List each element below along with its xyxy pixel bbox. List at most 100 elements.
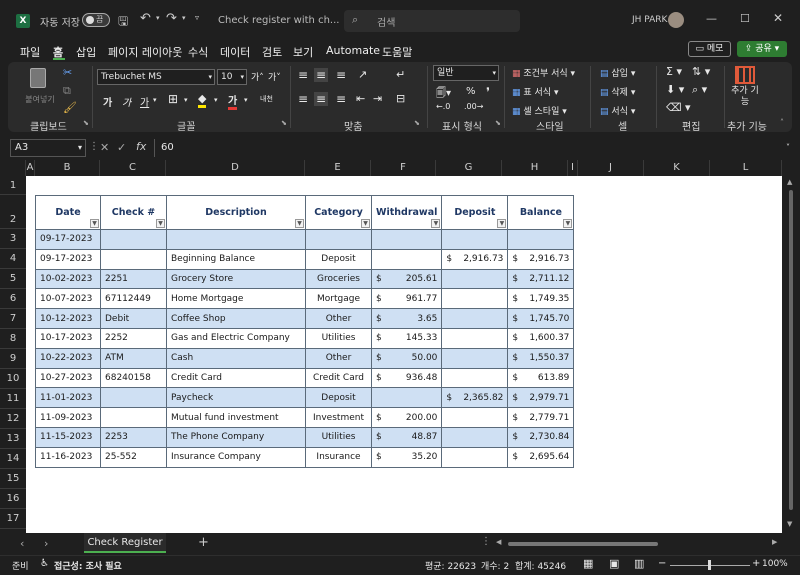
cell-deposit[interactable]	[441, 407, 509, 428]
filter-dropdown-icon[interactable]: ▼	[563, 219, 573, 228]
cell-withdrawal[interactable]: $961.77	[370, 288, 443, 310]
cell-withdrawal[interactable]	[370, 248, 443, 270]
scroll-thumb[interactable]	[789, 190, 793, 510]
column-header[interactable]: K	[644, 160, 710, 176]
document-title[interactable]: Check register with ch...	[218, 15, 339, 26]
font-launcher-icon[interactable]: ⬊	[281, 119, 287, 127]
enter-icon[interactable]: ✓	[117, 141, 126, 154]
row-header[interactable]: 14	[0, 449, 26, 469]
cell-check[interactable]: 67112449	[100, 288, 167, 310]
fill-icon[interactable]: ⬇ ▾	[666, 83, 684, 96]
save-icon[interactable]: 🖫	[118, 12, 128, 33]
cell-balance[interactable]: $613.89	[507, 367, 575, 389]
row-header[interactable]: 17	[0, 509, 26, 529]
cell-balance[interactable]: $1,745.70	[507, 308, 575, 329]
tab-scroll-right-icon[interactable]: ›	[44, 537, 48, 550]
cell-balance[interactable]: $2,711.12	[507, 268, 575, 290]
addins-button[interactable]: 추가 기능	[730, 66, 760, 108]
column-header[interactable]: L	[710, 160, 782, 176]
percent-icon[interactable]: %	[466, 86, 476, 97]
cut-icon[interactable]: ✂	[63, 66, 72, 79]
zoom-level[interactable]: 100%	[762, 559, 788, 569]
increase-decimal-icon[interactable]: ←.0	[436, 102, 450, 111]
align-right-icon[interactable]: ≡	[336, 92, 346, 106]
filter-dropdown-icon[interactable]: ▼	[90, 219, 99, 228]
menu-data[interactable]: 데이터	[220, 44, 250, 60]
row-header[interactable]: 8	[0, 329, 26, 349]
scroll-up-icon[interactable]: ▲	[787, 178, 792, 186]
phonetic-button[interactable]: 내천	[260, 94, 273, 104]
menu-help[interactable]: 도움말	[382, 44, 412, 60]
menu-insert[interactable]: 삽입	[76, 44, 96, 60]
menu-view[interactable]: 보기	[293, 44, 313, 60]
conditional-format-button[interactable]: ▦ 조건부 서식 ▾	[512, 66, 575, 79]
cell-category[interactable]: Mortgage	[305, 288, 372, 310]
row-header[interactable]: 16	[0, 489, 26, 509]
row-header[interactable]: 6	[0, 289, 26, 309]
header-description[interactable]: Description ▼	[166, 195, 306, 230]
cell-balance[interactable]: $2,779.71	[507, 407, 575, 428]
cell-date[interactable]: 11-15-2023	[35, 426, 101, 448]
cell-deposit[interactable]	[441, 426, 509, 448]
cell-deposit[interactable]	[441, 327, 509, 349]
more-options-icon[interactable]: ⋮	[89, 141, 99, 152]
cell-category[interactable]: Deposit	[305, 248, 372, 270]
cell-deposit[interactable]	[441, 288, 509, 310]
expand-formula-icon[interactable]: ˅	[786, 139, 790, 157]
cell-category[interactable]: Utilities	[305, 327, 372, 349]
accounting-format-icon[interactable]: 🗐▾	[436, 86, 451, 103]
column-header[interactable]: G	[436, 160, 502, 176]
cell-balance[interactable]: $2,979.71	[507, 387, 575, 409]
column-header[interactable]: J	[578, 160, 644, 176]
alignment-launcher-icon[interactable]: ⬊	[414, 119, 420, 127]
cell-description[interactable]: Gas and Electric Company	[166, 327, 306, 349]
align-center-icon[interactable]: ≡	[314, 92, 329, 106]
cell-check[interactable]: 68240158	[100, 367, 167, 389]
row-header[interactable]: 9	[0, 349, 26, 369]
filter-dropdown-icon[interactable]: ▼	[497, 219, 507, 228]
row-header[interactable]: 2	[0, 195, 26, 229]
wrap-text-icon[interactable]: ↵	[396, 68, 405, 81]
name-box[interactable]: A3 ▾	[10, 139, 86, 157]
memo-button[interactable]: ▭ 메모	[688, 41, 731, 57]
menu-page-layout[interactable]: 페이지 레이아웃	[108, 44, 182, 60]
cell-withdrawal[interactable]: $50.00	[370, 347, 443, 369]
cancel-icon[interactable]: ✕	[100, 141, 109, 154]
font-name-select[interactable]: Trebuchet MS ▾	[97, 69, 215, 85]
cell-date[interactable]: 09-17-2023	[35, 229, 101, 250]
cell-withdrawal[interactable]: $205.61	[370, 268, 443, 290]
cell-category[interactable]	[305, 229, 372, 250]
row-header[interactable]: 1	[0, 176, 26, 195]
cell-date[interactable]: 10-07-2023	[35, 288, 101, 310]
insert-cells-button[interactable]: ▤ 삽입 ▾	[600, 66, 635, 79]
customize-toolbar-icon[interactable]: ▿	[195, 13, 199, 22]
cell-withdrawal[interactable]: $936.48	[370, 367, 443, 389]
copy-icon[interactable]: ⧉	[63, 84, 71, 98]
row-header[interactable]: 3	[0, 229, 26, 249]
autosum-icon[interactable]: Σ ▾	[666, 65, 682, 78]
cell-withdrawal[interactable]	[370, 387, 443, 409]
row-header[interactable]: 5	[0, 269, 26, 289]
cell-date[interactable]: 10-17-2023	[35, 327, 101, 349]
decrease-indent-icon[interactable]: ⇤	[356, 92, 365, 105]
format-cells-button[interactable]: ▤ 서식 ▾	[600, 104, 635, 117]
ribbon-collapse-icon[interactable]: ˄	[780, 118, 784, 127]
decrease-decimal-icon[interactable]: .00→	[464, 102, 483, 111]
column-header[interactable]: I	[568, 160, 578, 176]
header-withdrawal[interactable]: Withdrawal ▼	[370, 195, 443, 230]
accessibility-icon[interactable]: ♿	[40, 558, 49, 569]
cell-balance[interactable]	[507, 229, 575, 250]
row-header[interactable]: 13	[0, 429, 26, 449]
paste-button[interactable]: 붙여넣기	[22, 68, 58, 108]
row-header[interactable]: 4	[0, 249, 26, 269]
cell-balance[interactable]: $1,600.37	[507, 327, 575, 349]
cell-date[interactable]: 11-16-2023	[35, 446, 101, 468]
scroll-right-icon[interactable]: ▶	[772, 538, 777, 546]
format-painter-icon[interactable]: 🖌	[63, 101, 77, 114]
sort-filter-icon[interactable]: ⇅ ▾	[692, 65, 710, 78]
cell-description[interactable]: Grocery Store	[166, 268, 306, 290]
cell-check[interactable]: ATM	[100, 347, 167, 369]
cell-date[interactable]: 10-02-2023	[35, 268, 101, 290]
format-as-table-button[interactable]: ▦ 표 서식 ▾	[512, 85, 558, 98]
cell-deposit[interactable]: $2,365.82	[441, 387, 509, 409]
